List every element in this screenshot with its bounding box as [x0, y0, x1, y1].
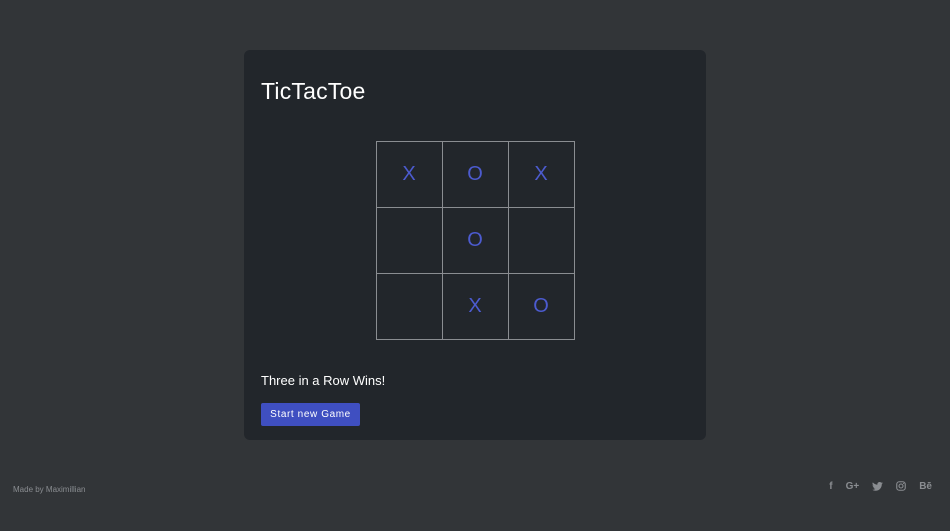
facebook-icon[interactable]: f — [829, 480, 832, 492]
footer-credit: Made by Maximillian — [13, 485, 86, 494]
board-cell[interactable]: X — [507, 140, 575, 208]
google-plus-icon[interactable]: G+ — [846, 480, 860, 492]
board-cell[interactable] — [507, 206, 575, 274]
board-cell[interactable] — [375, 272, 443, 340]
start-new-game-button[interactable]: Start new Game — [261, 403, 360, 426]
behance-icon[interactable]: Bē — [919, 480, 932, 492]
board-cell[interactable]: X — [375, 140, 443, 208]
instagram-icon[interactable] — [896, 480, 907, 492]
status-text: Three in a Row Wins! — [261, 373, 386, 388]
board-cell[interactable]: O — [441, 206, 509, 274]
game-card: TicTacToe X O X O X O Three in a Row Win… — [244, 50, 706, 440]
twitter-icon[interactable] — [872, 480, 884, 492]
board-cell[interactable]: X — [441, 272, 509, 340]
page-title: TicTacToe — [261, 78, 366, 104]
board-cell[interactable] — [375, 206, 443, 274]
game-board: X O X O X O — [375, 140, 575, 340]
social-links: f G+ Bē — [829, 480, 932, 492]
board-cell[interactable]: O — [507, 272, 575, 340]
board-cell[interactable]: O — [441, 140, 509, 208]
